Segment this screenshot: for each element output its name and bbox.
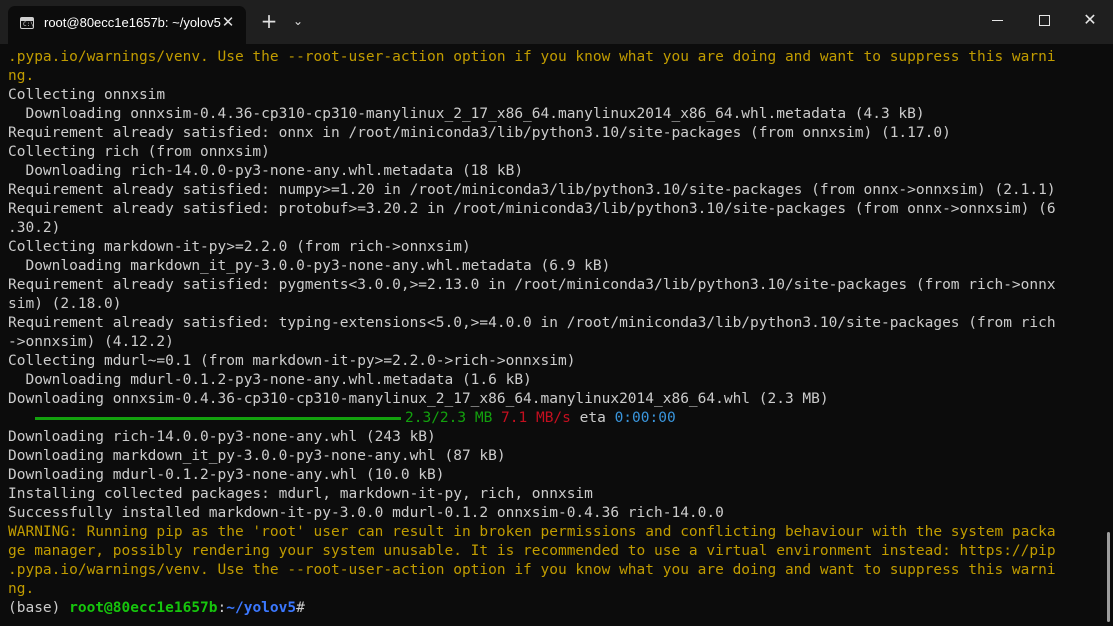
terminal-line: ng.	[8, 581, 35, 597]
prompt-path: ~/yolov5	[226, 600, 297, 616]
tab-close-icon[interactable]: ✕	[218, 12, 238, 32]
terminal-line: Downloading markdown_it_py-3.0.0-py3-non…	[8, 448, 506, 464]
terminal-window: C:\ root@80ecc1e1657b: ~/yolov5 ✕ + ⌄ ✕ …	[0, 0, 1113, 626]
prompt-host: root@80ecc1e1657b	[69, 600, 218, 616]
terminal-line: Collecting mdurl~=0.1 (from markdown-it-…	[8, 353, 576, 369]
terminal-line: Requirement already satisfied: pygments<…	[8, 277, 1056, 293]
terminal-line: .pypa.io/warnings/venv. Use the --root-u…	[8, 49, 1056, 65]
progress-eta: 0:00:00	[614, 410, 676, 426]
minimize-icon	[992, 20, 1003, 21]
progress-speed: 7.1 MB/s	[501, 410, 571, 426]
terminal-line: Requirement already satisfied: numpy>=1.…	[8, 182, 1056, 198]
progress-size: 2.3/2.3 MB	[405, 410, 493, 426]
terminal-line: ->onnxsim) (4.12.2)	[8, 334, 174, 350]
terminal-line: Downloading onnxsim-0.4.36-cp310-cp310-m…	[8, 106, 925, 122]
terminal-line: Successfully installed markdown-it-py-3.…	[8, 505, 724, 521]
terminal-line: Collecting rich (from onnxsim)	[8, 144, 270, 160]
terminal-line: Downloading rich-14.0.0-py3-none-any.whl…	[8, 163, 524, 179]
terminal-line: Requirement already satisfied: protobuf>…	[8, 201, 1056, 217]
terminal-line: Collecting markdown-it-py>=2.2.0 (from r…	[8, 239, 471, 255]
terminal-line: Installing collected packages: mdurl, ma…	[8, 486, 593, 502]
prompt-symbol: #	[296, 600, 305, 616]
maximize-icon	[1039, 15, 1050, 26]
terminal-output[interactable]: .pypa.io/warnings/venv. Use the --root-u…	[8, 48, 1098, 626]
maximize-button[interactable]	[1021, 0, 1067, 40]
terminal-line: Requirement already satisfied: onnx in /…	[8, 125, 951, 141]
terminal-line: Collecting onnxsim	[8, 87, 166, 103]
tab-terminal[interactable]: C:\ root@80ecc1e1657b: ~/yolov5 ✕	[8, 6, 246, 44]
chevron-down-icon[interactable]: ⌄	[284, 6, 312, 36]
terminal-line: ng.	[8, 68, 35, 84]
terminal-line: .30.2)	[8, 220, 61, 236]
close-window-button[interactable]: ✕	[1067, 0, 1113, 40]
shell-prompt[interactable]: (base) root@80ecc1e1657b:~/yolov5#	[8, 599, 1098, 618]
terminal-line: sim) (2.18.0)	[8, 296, 122, 312]
progress-line: 2.3/2.3 MB 7.1 MB/s eta 0:00:00	[8, 409, 1098, 428]
terminal-line: Downloading mdurl-0.1.2-py3-none-any.whl…	[8, 372, 532, 388]
terminal-line: WARNING: Running pip as the 'root' user …	[8, 524, 1056, 540]
scrollbar-thumb[interactable]	[1107, 532, 1110, 622]
progress-eta-label: eta	[579, 410, 606, 426]
close-icon: ✕	[1083, 10, 1097, 29]
tab-title: root@80ecc1e1657b: ~/yolov5	[44, 15, 221, 30]
title-bar: C:\ root@80ecc1e1657b: ~/yolov5 ✕ + ⌄ ✕	[0, 0, 1113, 44]
terminal-line: Downloading onnxsim-0.4.36-cp310-cp310-m…	[8, 391, 829, 407]
minimize-button[interactable]	[975, 0, 1021, 40]
terminal-line: ge manager, possibly rendering your syst…	[8, 543, 1056, 559]
scrollbar[interactable]	[1104, 48, 1113, 626]
new-tab-plus-icon[interactable]: +	[255, 6, 283, 36]
prompt-env: (base)	[8, 600, 70, 616]
prompt-colon: :	[217, 600, 227, 616]
terminal-line: Requirement already satisfied: typing-ex…	[8, 315, 1056, 331]
terminal-line: Downloading rich-14.0.0-py3-none-any.whl…	[8, 429, 436, 445]
terminal-line: Downloading mdurl-0.1.2-py3-none-any.whl…	[8, 467, 445, 483]
progress-bar	[35, 416, 401, 420]
terminal-line: Downloading markdown_it_py-3.0.0-py3-non…	[8, 258, 611, 274]
terminal-line: .pypa.io/warnings/venv. Use the --root-u…	[8, 562, 1056, 578]
terminal-icon: C:\	[20, 17, 34, 29]
